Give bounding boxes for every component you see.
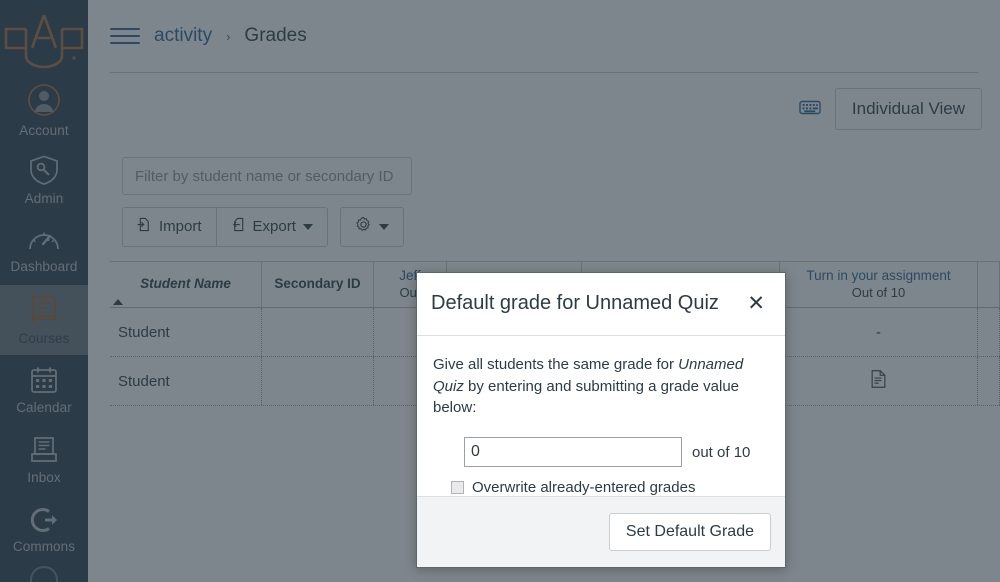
dialog-title: Default grade for Unnamed Quiz	[431, 292, 719, 315]
out-of-label: out of 10	[692, 443, 751, 461]
desc-part-1: Give all students the same grade for	[433, 355, 679, 373]
desc-part-2: by entering and submitting a grade value…	[433, 377, 740, 417]
default-grade-input[interactable]	[464, 437, 682, 468]
dialog-body: Give all students the same grade for Unn…	[417, 336, 785, 496]
set-default-grade-button[interactable]: Set Default Grade	[608, 513, 771, 552]
overwrite-label: Overwrite already-entered grades	[472, 479, 696, 497]
close-icon[interactable]: ✕	[743, 291, 769, 316]
dialog-footer: Set Default Grade	[417, 496, 785, 567]
grade-entry-row: out of 10	[464, 437, 769, 468]
overwrite-checkbox[interactable]	[451, 481, 464, 495]
dialog-description: Give all students the same grade for Unn…	[433, 354, 765, 419]
dialog-header: Default grade for Unnamed Quiz ✕	[417, 273, 785, 336]
canvas-gradebook-page: activity › Grades	[0, 0, 1000, 582]
default-grade-dialog: Default grade for Unnamed Quiz ✕ Give al…	[416, 272, 786, 568]
overwrite-checkbox-row[interactable]: Overwrite already-entered grades	[451, 479, 769, 496]
